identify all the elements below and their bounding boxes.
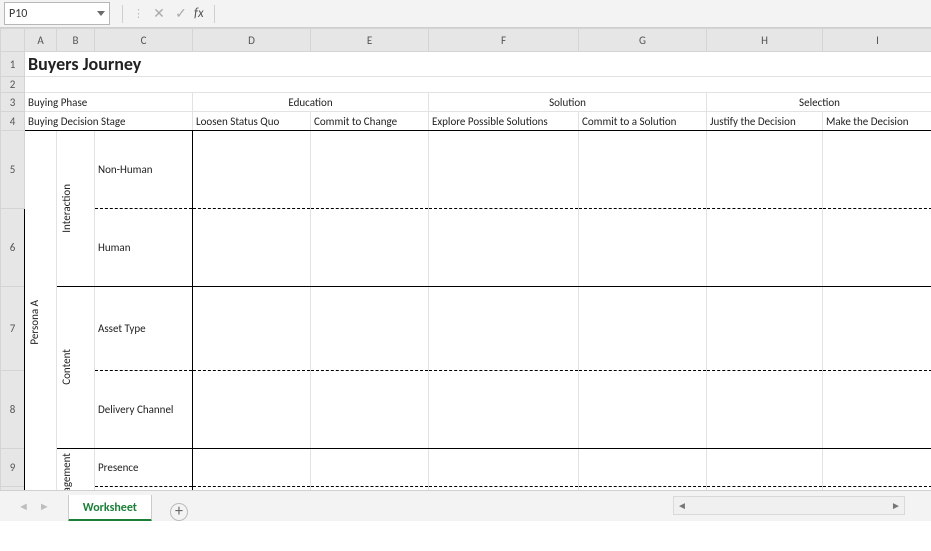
cancel-entry-button: ✕ (148, 3, 170, 25)
cell-D6[interactable] (193, 209, 311, 287)
row-7[interactable]: 7 (1, 287, 25, 371)
tab-next-icon[interactable]: ► (39, 500, 50, 513)
spreadsheet-area: A B C D E F G H I 1 Buyers Journey 2 3 B… (0, 28, 931, 521)
stage-g[interactable]: Commit to a Solution (579, 112, 707, 131)
scroll-right-icon[interactable]: ► (888, 499, 904, 512)
phase-solution[interactable]: Solution (429, 93, 707, 112)
stage-f[interactable]: Explore Possible Solutions (429, 112, 579, 131)
col-H[interactable]: H (707, 29, 823, 52)
cell-E5[interactable] (311, 131, 429, 209)
cell-H5[interactable] (707, 131, 823, 209)
tab-nav[interactable]: ◄ ► (0, 500, 60, 513)
scroll-left-icon[interactable]: ◄ (674, 499, 690, 512)
cell-G7[interactable] (579, 287, 707, 371)
row-8[interactable]: 8 (1, 370, 25, 448)
stage-e[interactable]: Commit to Change (311, 112, 429, 131)
col-C[interactable]: C (95, 29, 193, 52)
horizontal-scrollbar[interactable]: ◄ ► (673, 496, 905, 515)
phase-label[interactable]: Buying Phase (25, 93, 193, 112)
cell-E9[interactable] (311, 448, 429, 487)
cell-F6[interactable] (429, 209, 579, 287)
row-9[interactable]: 9 (1, 448, 25, 487)
cell-I5[interactable] (823, 131, 931, 209)
row-6[interactable]: 6 (1, 209, 25, 287)
cell-D7[interactable] (193, 287, 311, 371)
separator (214, 5, 215, 23)
cell-I8[interactable] (823, 370, 931, 448)
row-2[interactable]: 2 (1, 77, 25, 93)
cell-H6[interactable] (707, 209, 823, 287)
row-presence[interactable]: Presence (95, 448, 193, 487)
cell-E8[interactable] (311, 370, 429, 448)
cell-F8[interactable] (429, 370, 579, 448)
name-box-input[interactable] (9, 7, 69, 21)
cell-I7[interactable] (823, 287, 931, 371)
formula-bar: ⋮ ✕ ✓ fx (0, 0, 931, 28)
content-label: Content (60, 349, 73, 385)
group-interaction[interactable]: Interaction (57, 131, 95, 287)
dots-icon: ⋮ (129, 7, 148, 20)
col-D[interactable]: D (193, 29, 311, 52)
cell-H8[interactable] (707, 370, 823, 448)
cell-D8[interactable] (193, 370, 311, 448)
title-cell[interactable]: Buyers Journey (25, 52, 931, 77)
separator (122, 5, 123, 23)
group-engagement[interactable]: Engagement (57, 448, 95, 491)
cell-H7[interactable] (707, 287, 823, 371)
row-3[interactable]: 3 (1, 93, 25, 112)
col-I[interactable]: I (823, 29, 931, 52)
name-box[interactable] (4, 2, 110, 25)
col-B[interactable]: B (57, 29, 95, 52)
phase-selection[interactable]: Selection (707, 93, 931, 112)
row-asset-type[interactable]: Asset Type (95, 287, 193, 371)
cell-G6[interactable] (579, 209, 707, 287)
row-4[interactable]: 4 (1, 112, 25, 131)
persona-cell[interactable]: Persona A (25, 131, 57, 492)
cell-H9[interactable] (707, 448, 823, 487)
cell-D5[interactable] (193, 131, 311, 209)
col-F[interactable]: F (429, 29, 579, 52)
engagement-label: Engagement (60, 453, 73, 491)
confirm-entry-button: ✓ (170, 3, 192, 25)
row-human[interactable]: Human (95, 209, 193, 287)
row-5[interactable]: 5 (1, 131, 25, 209)
cell-F5[interactable] (429, 131, 579, 209)
phase-education[interactable]: Education (193, 93, 429, 112)
cell-E6[interactable] (311, 209, 429, 287)
col-E[interactable]: E (311, 29, 429, 52)
cell-F9[interactable] (429, 448, 579, 487)
stage-d[interactable]: Loosen Status Quo (193, 112, 311, 131)
cell-G8[interactable] (579, 370, 707, 448)
col-G[interactable]: G (579, 29, 707, 52)
stage-h[interactable]: Justify the Decision (707, 112, 823, 131)
cell-G5[interactable] (579, 131, 707, 209)
sheet-tab-active[interactable]: Worksheet (68, 495, 152, 521)
blank-cell[interactable] (25, 77, 931, 93)
column-header-row[interactable]: A B C D E F G H I (1, 29, 931, 52)
fx-icon[interactable]: fx (194, 6, 204, 21)
add-sheet-button[interactable]: + (170, 503, 188, 521)
sheet-tabs-bar: ◄ ► Worksheet + ◄ ► (0, 490, 931, 521)
row-delivery-channel[interactable]: Delivery Channel (95, 370, 193, 448)
cell-I6[interactable] (823, 209, 931, 287)
cell-D9[interactable] (193, 448, 311, 487)
cell-I9[interactable] (823, 448, 931, 487)
cell-F7[interactable] (429, 287, 579, 371)
formula-input[interactable] (221, 0, 931, 28)
tab-prev-icon[interactable]: ◄ (18, 500, 29, 513)
cell-E7[interactable] (311, 287, 429, 371)
col-A[interactable]: A (25, 29, 57, 52)
scroll-track[interactable] (690, 497, 888, 514)
persona-label: Persona A (28, 300, 41, 345)
interaction-label: Interaction (60, 184, 73, 233)
grid[interactable]: A B C D E F G H I 1 Buyers Journey 2 3 B… (0, 28, 931, 491)
group-content[interactable]: Content (57, 287, 95, 449)
stage-i[interactable]: Make the Decision (823, 112, 931, 131)
row-1[interactable]: 1 (1, 52, 25, 77)
stage-label[interactable]: Buying Decision Stage (25, 112, 193, 131)
chevron-down-icon[interactable] (97, 11, 105, 16)
row-non-human[interactable]: Non-Human (95, 131, 193, 209)
cell-G9[interactable] (579, 448, 707, 487)
select-all[interactable] (1, 29, 25, 52)
